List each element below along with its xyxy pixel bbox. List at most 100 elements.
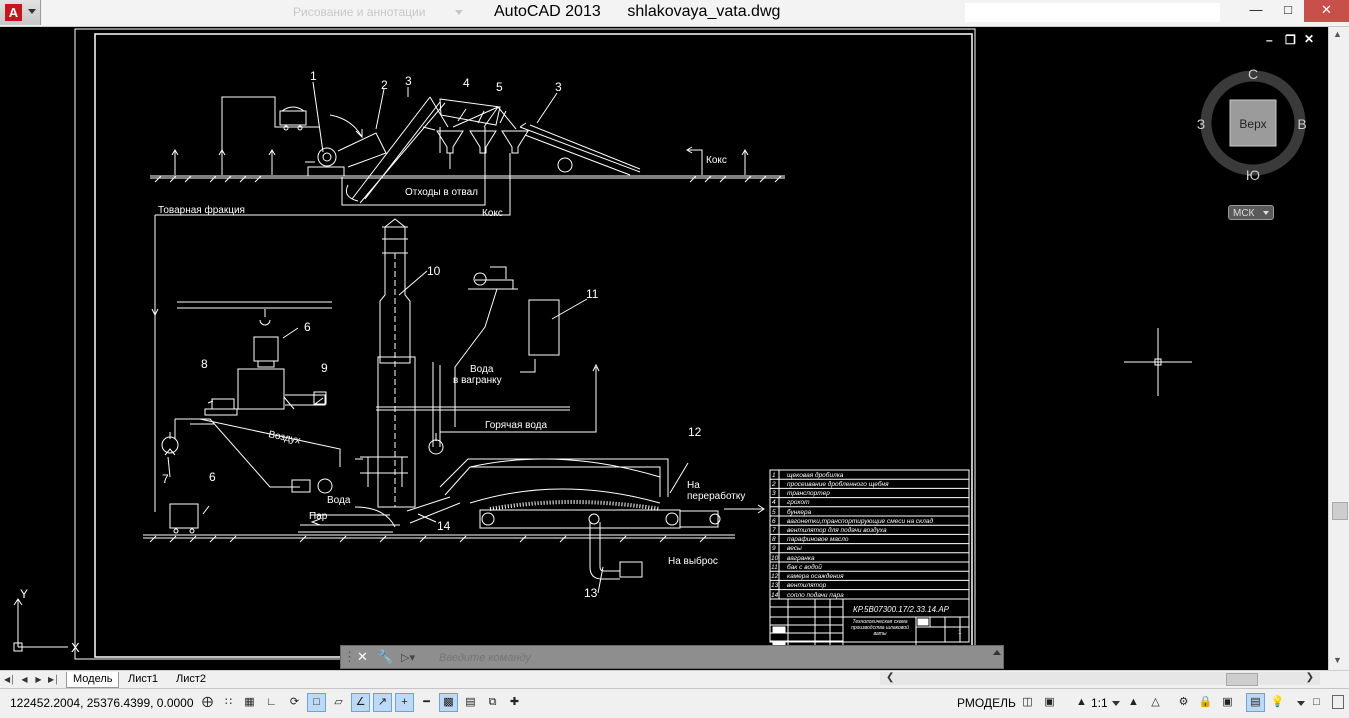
viewport-close-icon[interactable]: ✕: [1304, 32, 1314, 46]
lineweight-icon[interactable]: ━: [417, 693, 436, 712]
command-input[interactable]: [437, 649, 921, 667]
compass-south[interactable]: Ю: [1246, 167, 1260, 183]
transparency-icon[interactable]: ▩: [439, 693, 458, 712]
spec-num: 1: [772, 472, 776, 479]
spec-text: грохот: [787, 499, 810, 506]
scroll-down-icon[interactable]: ▼: [1333, 655, 1342, 665]
viewport-restore-icon[interactable]: ❐: [1285, 33, 1296, 47]
sheet-inner-frame: [94, 33, 973, 658]
compass-west[interactable]: З: [1197, 116, 1205, 132]
hardware-acceleration-icon[interactable]: ▣: [1218, 693, 1237, 712]
viewport-minimize-icon[interactable]: –: [1266, 33, 1273, 47]
workspace-dropdown[interactable]: Рисование и аннотации: [285, 3, 465, 22]
spec-num: 12: [771, 573, 779, 580]
model-space-label[interactable]: РМОДЕЛЬ: [957, 696, 1016, 710]
wrench-icon[interactable]: 🔧: [377, 649, 393, 665]
app-name: AutoCAD 2013: [494, 3, 601, 20]
quick-view-drawings-icon[interactable]: ▣: [1040, 693, 1059, 712]
drawing-area[interactable]: 1 2 3 4 5 3 10 6 11 8 9 7 6 12 14 13 Кок…: [0, 27, 1340, 670]
help-search-box[interactable]: [965, 3, 1220, 22]
scroll-thumb[interactable]: [1226, 673, 1258, 686]
callout-11: 11: [586, 287, 599, 301]
chevron-down-icon[interactable]: [1297, 701, 1305, 706]
lightbulb-icon[interactable]: 💡: [1268, 693, 1287, 712]
callout-12: 12: [688, 425, 702, 439]
ucs-y-label: Y: [20, 587, 28, 601]
command-history-icon[interactable]: [993, 650, 1001, 655]
quick-properties-icon[interactable]: ▤: [461, 693, 480, 712]
dynamic-ucs-icon[interactable]: ↗: [373, 693, 392, 712]
callout-3a: 3: [405, 74, 412, 88]
annotation-scale-icon[interactable]: ▲: [1072, 693, 1091, 712]
infer-constraints-icon[interactable]: ⨁: [198, 693, 217, 712]
dynamic-input-icon[interactable]: +: [395, 693, 414, 712]
chevron-down-icon[interactable]: [1112, 701, 1120, 706]
scroll-right-icon[interactable]: ❯: [1306, 672, 1314, 683]
close-icon[interactable]: ✕: [357, 649, 368, 665]
view-cube-top-face[interactable]: Верх: [1239, 117, 1266, 131]
scroll-left-icon[interactable]: ❮: [886, 672, 894, 683]
spec-text: весы: [787, 545, 802, 552]
tab-sheet1[interactable]: Лист1: [122, 672, 164, 687]
lock-icon[interactable]: 🔒: [1196, 693, 1215, 712]
annotation-scale-value[interactable]: 1:1: [1091, 696, 1108, 710]
compass-north[interactable]: С: [1248, 66, 1258, 82]
spec-text: просеивание дробленного щебня: [787, 480, 889, 488]
spec-num: 6: [772, 518, 776, 525]
minimize-button[interactable]: —: [1240, 0, 1272, 22]
spec-text: бак с водой: [787, 563, 822, 571]
scroll-thumb[interactable]: [1332, 502, 1348, 520]
application-menu-button[interactable]: A: [0, 0, 41, 25]
maximize-button[interactable]: □: [1272, 0, 1304, 22]
view-cube[interactable]: Верх С Ю В З: [1196, 62, 1308, 183]
vertical-scrollbar[interactable]: ▲ ▼: [1328, 27, 1349, 670]
scroll-up-icon[interactable]: ▲: [1333, 29, 1342, 39]
first-tab-icon[interactable]: ◀│: [4, 674, 15, 685]
status-bar-menu-icon[interactable]: [1332, 695, 1344, 709]
tab-sheet2[interactable]: Лист2: [170, 672, 212, 687]
prev-tab-icon[interactable]: ◀: [20, 674, 29, 685]
tab-model[interactable]: Модель: [66, 672, 120, 688]
3d-object-snap-icon[interactable]: ▱: [329, 693, 348, 712]
workspace-switching-icon[interactable]: ⚙: [1174, 693, 1193, 712]
selection-cycling-icon[interactable]: ⧉: [483, 693, 502, 712]
compass-east[interactable]: В: [1297, 116, 1306, 132]
close-button[interactable]: ✕: [1304, 0, 1349, 22]
callout-8: 8: [201, 357, 208, 371]
spec-num: 7: [772, 527, 776, 534]
horizontal-scrollbar[interactable]: ❮ ❯: [880, 672, 1320, 686]
snap-mode-icon[interactable]: ∷: [219, 693, 238, 712]
last-tab-icon[interactable]: ▶│: [48, 674, 59, 685]
next-tab-icon[interactable]: ▶: [34, 674, 43, 685]
label-water: Вода: [327, 495, 351, 506]
crosshair-cursor: [1124, 328, 1192, 396]
annotation-monitor-icon[interactable]: ✚: [505, 693, 524, 712]
label-waste: Отходы в отвал: [405, 187, 478, 198]
spec-num: 8: [772, 536, 776, 543]
object-snap-tracking-icon[interactable]: ∠: [351, 693, 370, 712]
spec-text: сопло подачи пара: [787, 591, 844, 599]
polar-tracking-icon[interactable]: ⟳: [285, 693, 304, 712]
label-discharge: На выброс: [668, 555, 718, 567]
object-snap-icon[interactable]: □: [307, 693, 326, 712]
spec-text: бункера: [787, 508, 812, 516]
clean-screen-icon[interactable]: □: [1307, 693, 1326, 712]
spec-num: 13: [771, 582, 779, 589]
window-title: AutoCAD 2013 shlakovaya_vata.dwg: [494, 0, 780, 25]
label-water-cupola-1: Вода: [470, 364, 494, 375]
grid-display-icon[interactable]: ▦: [240, 693, 259, 712]
ortho-mode-icon[interactable]: ∟: [262, 693, 281, 712]
isolate-objects-icon[interactable]: ▤: [1246, 693, 1265, 712]
chevron-down-icon: [455, 10, 463, 15]
callout-1: 1: [310, 69, 317, 83]
coordinates-readout[interactable]: 122452.2004, 25376.4399, 0.0000: [10, 696, 194, 710]
annotation-visibility-icon[interactable]: ▲: [1124, 693, 1143, 712]
drawing-canvas[interactable]: 1 2 3 4 5 3 10 6 11 8 9 7 6 12 14 13 Кок…: [0, 27, 1340, 670]
auto-scale-icon[interactable]: △: [1146, 693, 1165, 712]
command-prompt-icon[interactable]: ▷▾: [401, 651, 415, 664]
quick-view-layouts-icon[interactable]: ◫: [1018, 693, 1037, 712]
spec-text: вентилятор для подачи воздуха: [787, 526, 887, 534]
title-bar: A Рисование и аннотации AutoCAD 2013 shl…: [0, 0, 1349, 27]
ucs-dropdown[interactable]: МСК: [1228, 205, 1274, 220]
grip-icon[interactable]: ⋮: [343, 649, 356, 665]
